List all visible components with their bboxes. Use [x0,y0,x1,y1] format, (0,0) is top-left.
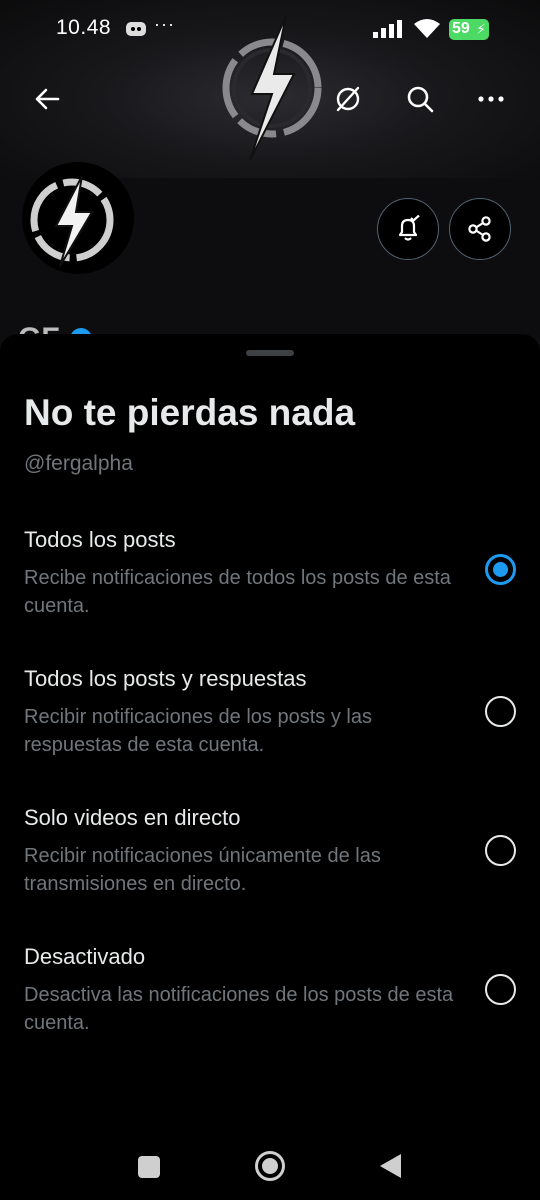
search-button[interactable] [397,76,443,122]
signal-icon [373,20,402,38]
sheet-drag-handle[interactable] [246,350,294,356]
option-label: Solo videos en directo [24,805,241,830]
more-dots-icon [478,96,504,102]
profile-background: 10.48 ··· 59 ⚡ [0,0,540,360]
system-navigation-bar [0,1140,540,1200]
grok-icon [336,86,360,112]
search-icon [407,86,434,113]
wifi-icon [414,19,440,38]
radio-posts-and-replies[interactable] [485,696,516,727]
option-live-videos[interactable]: Solo videos en directo Recibir notificac… [0,805,540,935]
option-all-posts[interactable]: Todos los posts Recibe notificaciones de… [0,527,540,657]
option-off[interactable]: Desactivado Desactiva las notificaciones… [0,944,540,1074]
radio-off[interactable] [485,974,516,1005]
share-button[interactable] [449,198,511,260]
battery-indicator: 59 ⚡ [449,19,489,40]
option-label: Desactivado [24,944,146,969]
back-button[interactable] [24,76,70,122]
option-posts-and-replies[interactable]: Todos los posts y respuestas Recibir not… [0,666,540,796]
status-time: 10.48 [56,16,112,39]
more-options-button[interactable] [468,76,514,122]
share-icon [468,216,491,242]
status-bar: 10.48 ··· 59 ⚡ [0,0,540,60]
option-label: Todos los posts y respuestas [24,666,307,691]
status-more-indicator: ··· [154,14,175,34]
bell-check-icon [398,215,420,241]
app-notification-icon [126,22,146,36]
avatar[interactable] [22,162,134,274]
account-handle: @fergalpha [24,452,133,475]
radio-all-posts[interactable] [485,554,516,585]
grok-button[interactable] [325,76,371,122]
option-description: Desactiva las notificaciones de los post… [24,984,454,1034]
home-circle-icon[interactable] [255,1151,285,1181]
battery-level: 59 [452,20,470,37]
notifications-bell-button[interactable] [377,198,439,260]
back-triangle-icon[interactable] [380,1154,401,1178]
option-label: Todos los posts [24,527,176,552]
battery-charging-icon: ⚡ [476,21,486,37]
radio-live-videos[interactable] [485,835,516,866]
back-arrow-icon [35,88,60,110]
option-description: Recibe notificaciones de todos los posts… [24,567,451,617]
recents-square-icon[interactable] [138,1156,160,1178]
sheet-title: No te pierdas nada [24,392,356,433]
option-description: Recibir notificaciones únicamente de las… [24,845,381,895]
option-description: Recibir notificaciones de los posts y la… [24,706,372,756]
notification-settings-sheet: No te pierdas nada @fergalpha Todos los … [0,334,540,1140]
